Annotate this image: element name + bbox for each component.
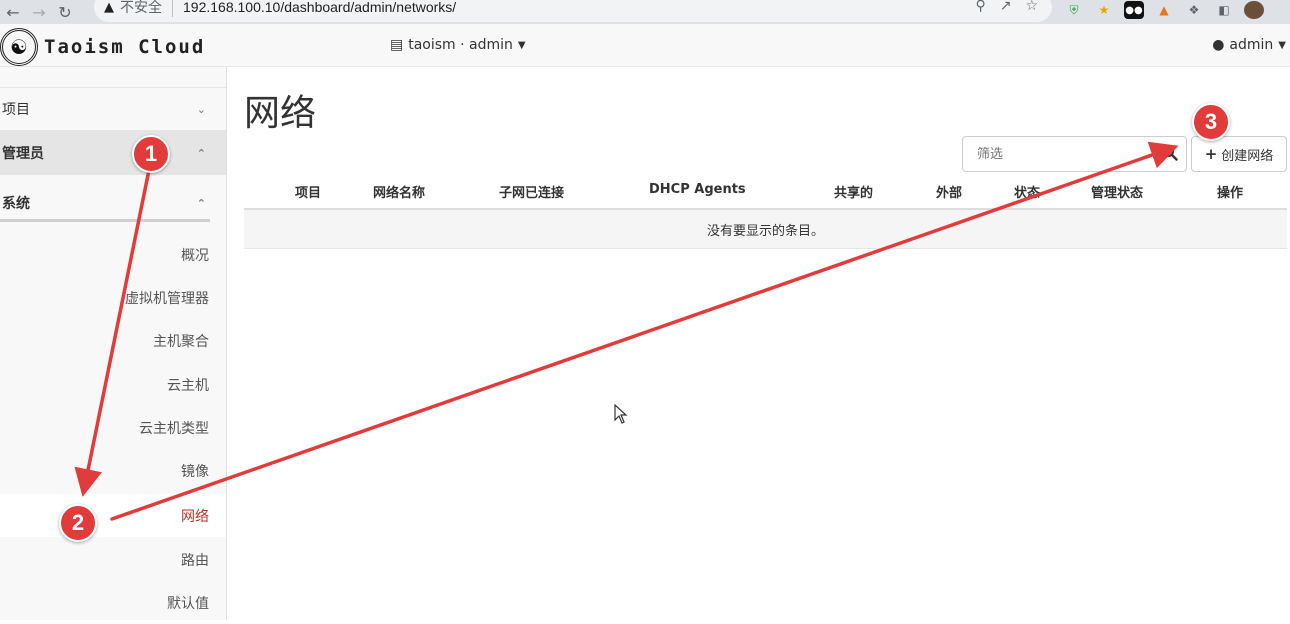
chevron-up-icon: ⌃ — [196, 196, 206, 210]
project-switcher[interactable]: ▤ taoism · admin ▼ — [390, 37, 526, 53]
sidebar-panel-system[interactable]: 系统 ⌃ — [0, 183, 226, 223]
table-header: 项目 网络名称 子网已连接 DHCP Agents 共享的 外部 状态 管理状态… — [244, 172, 1287, 210]
chevron-up-icon: ⌃ — [196, 146, 206, 160]
sidebar-item-overview[interactable]: 概况 — [0, 233, 226, 276]
sidebar-item-networks[interactable]: 网络 — [0, 494, 226, 537]
create-network-button[interactable]: + 创建网络 — [1191, 136, 1287, 172]
sidebar-item-host-aggregates[interactable]: 主机聚合 — [0, 319, 226, 362]
sidepanel-icon[interactable]: ◧ — [1214, 1, 1234, 19]
networks-table: 项目 网络名称 子网已连接 DHCP Agents 共享的 外部 状态 管理状态… — [244, 172, 1287, 249]
create-network-label: 创建网络 — [1221, 148, 1274, 164]
yin-yang-logo-icon: ☯ — [0, 28, 38, 66]
security-label[interactable]: 不安全 — [120, 0, 173, 17]
user-icon: ● — [1212, 37, 1225, 53]
project-switcher-label: taoism · admin — [408, 37, 513, 53]
mouse-cursor-icon — [614, 404, 628, 424]
sidebar-item-images[interactable]: 镜像 — [0, 449, 226, 492]
warning-icon: ▲ — [104, 0, 114, 15]
brand-name: Taoism Cloud — [44, 36, 206, 58]
brand-logo[interactable]: ☯ Taoism Cloud — [0, 28, 205, 66]
sidebar-item-instances[interactable]: 云主机 — [0, 363, 226, 406]
fox-extension-icon[interactable]: ▲ — [1154, 1, 1174, 19]
panel-label: 项目 — [2, 102, 30, 118]
address-bar[interactable]: ▲ 不安全 192.168.100.10/dashboard/admin/net… — [94, 0, 1052, 22]
chevron-down-icon: ⌄ — [196, 102, 206, 116]
column-header-network-name[interactable]: 网络名称 — [373, 182, 425, 201]
url-text[interactable]: 192.168.100.10/dashboard/admin/networks/ — [173, 0, 456, 15]
column-header-actions: 操作 — [1217, 186, 1244, 201]
panel-label: 管理员 — [2, 146, 44, 162]
table-empty-row: 没有要显示的条目。 — [244, 210, 1287, 249]
sidebar-panel-admin[interactable]: 管理员 ⌃ — [0, 131, 226, 175]
sidebar-panel-project[interactable]: 项目 ⌄ — [0, 87, 226, 131]
browser-toolbar: ← → ↻ ▲ 不安全 192.168.100.10/dashboard/adm… — [0, 0, 1290, 24]
ghost-extension-icon[interactable]: ●● — [1124, 1, 1144, 19]
annotation-marker-3: 3 — [1192, 103, 1230, 141]
filter-input[interactable] — [963, 138, 1153, 170]
shield-extension-icon[interactable]: ⛨ — [1064, 1, 1084, 19]
plus-icon: + — [1204, 145, 1218, 163]
column-header-subnets[interactable]: 子网已连接 — [499, 182, 564, 201]
profile-avatar-icon[interactable] — [1244, 1, 1264, 19]
yellow-extension-icon[interactable]: ★ — [1094, 1, 1114, 19]
annotation-marker-1: 1 — [132, 135, 170, 173]
user-name: admin — [1229, 37, 1274, 53]
panel-label: 系统 — [2, 196, 30, 212]
project-icon: ▤ — [390, 37, 404, 53]
sidebar-item-flavors[interactable]: 云主机类型 — [0, 406, 226, 449]
zoom-icon[interactable]: ⚲ — [975, 0, 985, 14]
empty-message: 没有要显示的条目。 — [706, 223, 824, 239]
reload-icon[interactable]: ↻ — [52, 0, 78, 24]
column-header-status[interactable]: 状态 — [1014, 182, 1040, 201]
sidebar-item-defaults[interactable]: 默认值 — [0, 581, 226, 624]
sidebar-item-routers[interactable]: 路由 — [0, 538, 226, 581]
caret-down-icon: ▼ — [1278, 39, 1286, 51]
top-navbar: ☯ Taoism Cloud ▤ taoism · admin ▼ ● admi… — [0, 24, 1290, 67]
column-header-dhcp-agents[interactable]: DHCP Agents — [649, 182, 746, 197]
column-header-shared[interactable]: 共享的 — [834, 182, 873, 201]
divider — [0, 219, 210, 222]
annotation-marker-2: 2 — [59, 504, 97, 542]
caret-down-icon: ▼ — [517, 39, 526, 51]
filter-box[interactable] — [962, 136, 1187, 172]
bookmark-star-icon[interactable]: ☆ — [1025, 0, 1038, 14]
column-header-project[interactable]: 项目 — [295, 182, 321, 201]
user-menu[interactable]: ● admin ▼ — [1212, 37, 1286, 53]
page-title: 网络 — [244, 93, 317, 134]
sidebar-item-hypervisors[interactable]: 虚拟机管理器 — [0, 276, 226, 319]
column-header-external[interactable]: 外部 — [936, 182, 962, 201]
forward-icon[interactable]: → — [26, 0, 52, 24]
back-icon[interactable]: ← — [0, 0, 26, 24]
column-header-admin-state[interactable]: 管理状态 — [1091, 182, 1143, 201]
puzzle-extensions-icon[interactable]: ❖ — [1184, 1, 1204, 19]
search-icon[interactable] — [1162, 145, 1178, 161]
sidebar: 项目 ⌄ 管理员 ⌃ 系统 ⌃ 概况 虚拟机管理器 主机聚合 云主机 云主机类型… — [0, 67, 227, 620]
share-icon[interactable]: ↗ — [1000, 0, 1012, 14]
